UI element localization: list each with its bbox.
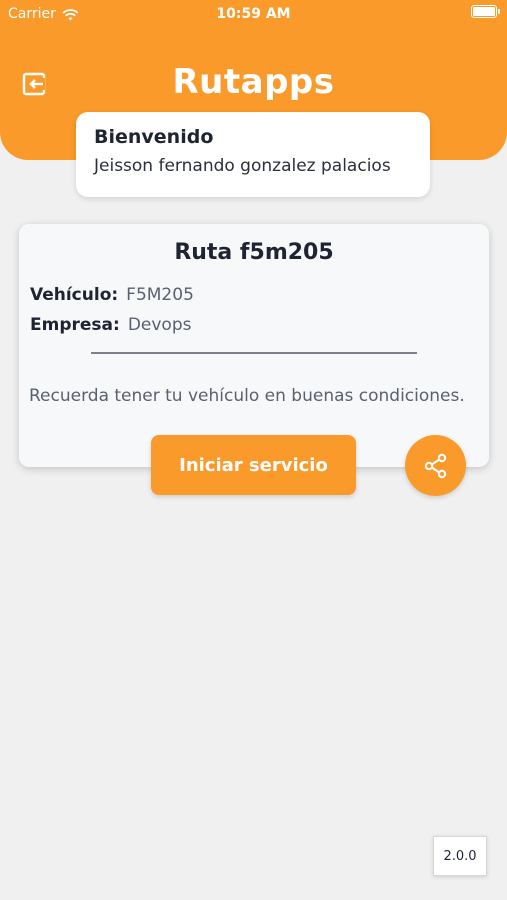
user-name: Jeisson fernando gonzalez palacios [94,156,391,176]
battery-fill [473,7,495,16]
vehicle-row: Vehículo: F5M205 [30,285,194,305]
reminder-text: Recuerda tener tu vehículo en buenas con… [29,386,465,406]
version-badge: 2.0.0 [433,836,487,876]
status-right [471,5,500,18]
status-bar: Carrier 10:59 AM [0,0,507,28]
start-service-button[interactable]: Iniciar servicio [151,435,356,495]
battery-icon [471,5,500,18]
welcome-card: Bienvenido Jeisson fernando gonzalez pal… [76,112,430,197]
share-icon [424,453,446,478]
route-card: Ruta f5m205 Vehículo: F5M205 Empresa: De… [19,224,489,467]
company-value: Devops [127,315,192,335]
company-row: Empresa: Devops [30,315,191,335]
welcome-title: Bienvenido [94,126,214,148]
company-label: Empresa: [30,315,120,335]
share-button[interactable] [405,435,466,496]
route-title: Ruta f5m205 [174,240,334,265]
vehicle-label: Vehículo: [30,285,119,305]
vehicle-value: F5M205 [126,285,194,305]
status-time: 10:59 AM [216,6,291,22]
app-logo: Rutapps [172,62,335,102]
divider [91,352,417,354]
